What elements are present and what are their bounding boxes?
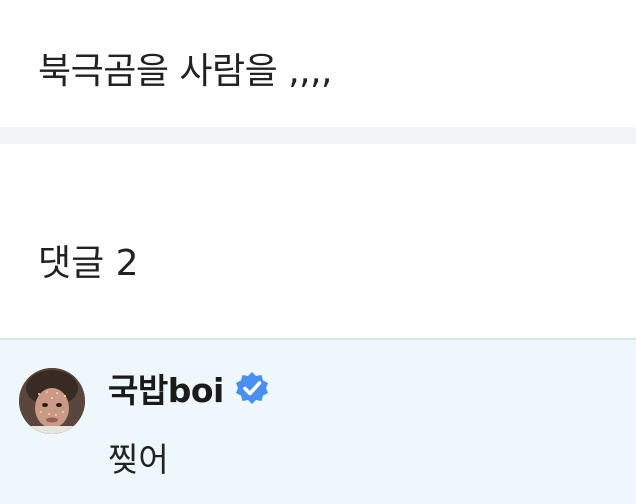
comments-count-header: 댓글 2 bbox=[38, 243, 139, 284]
comment-text: 찢어 bbox=[108, 440, 169, 479]
comment-author-row: 국밥boi bbox=[108, 364, 270, 412]
avatar[interactable] bbox=[19, 368, 85, 434]
post-body: 북극곰을 사람을 ,,,, bbox=[0, 0, 636, 127]
section-divider bbox=[0, 127, 636, 144]
comment-author-name[interactable]: 국밥boi bbox=[108, 364, 224, 412]
verified-badge-icon bbox=[234, 370, 270, 406]
post-text: 북극곰을 사람을 ,,,, bbox=[38, 51, 333, 92]
comment-item[interactable]: 국밥boi 찢어 bbox=[0, 338, 636, 504]
avatar-image bbox=[19, 368, 85, 434]
